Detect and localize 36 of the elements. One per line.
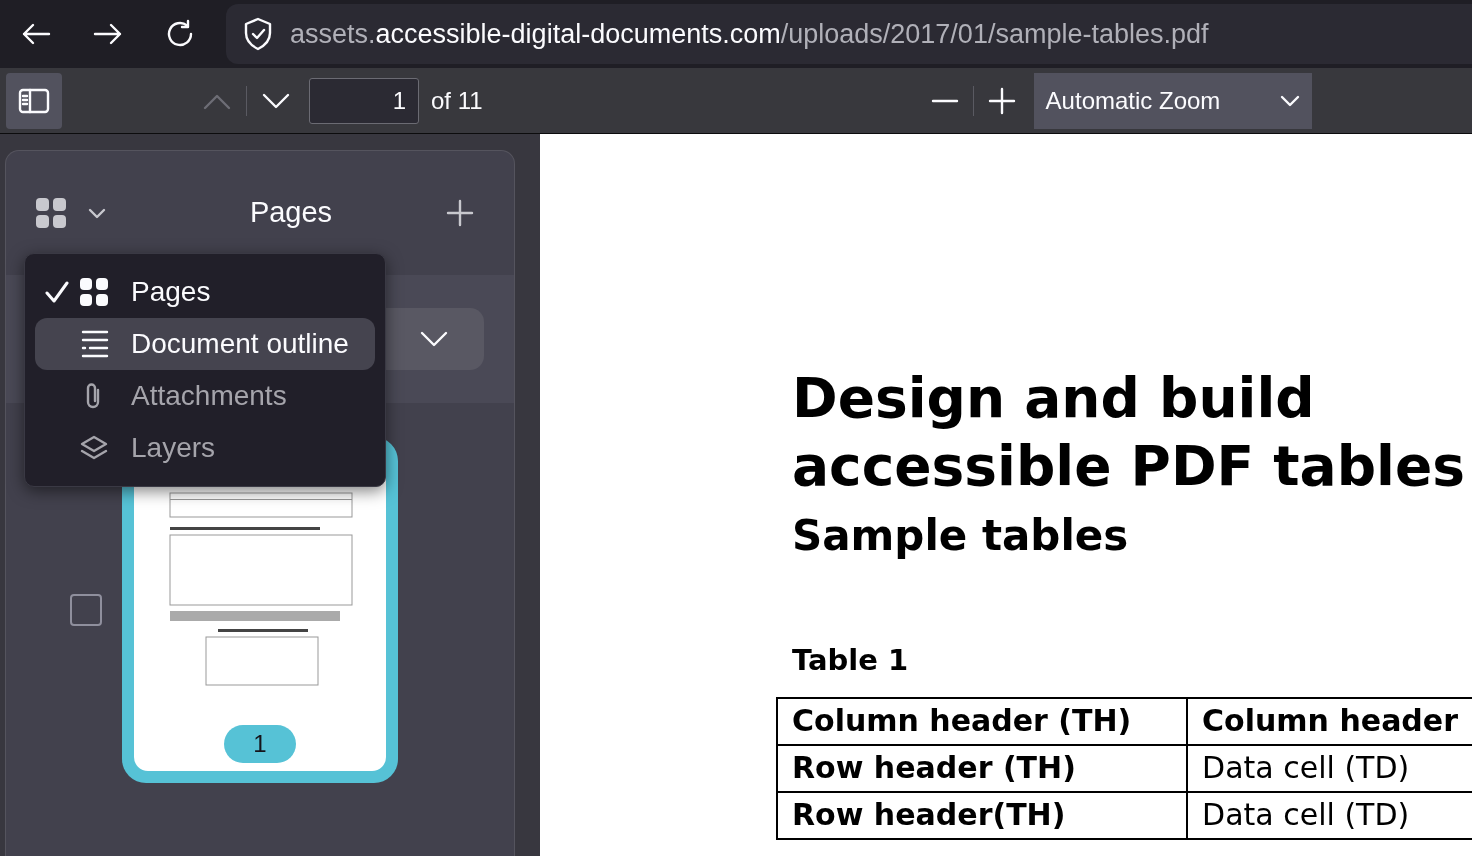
chevron-down-icon [1279, 94, 1300, 107]
chevron-down-icon [88, 207, 106, 219]
minus-icon [930, 98, 959, 103]
document-subtitle: Sample tables [792, 510, 1130, 562]
menu-item[interactable]: Document outline [35, 318, 375, 370]
sidebar-icon [18, 87, 50, 114]
column-header: Column header (TH) [777, 697, 1188, 745]
back-icon [21, 22, 51, 46]
plus-icon [987, 86, 1016, 115]
grid-icon [36, 198, 66, 228]
url-text: assets.accessible-digital-documents.com/uploads/2017/01/sample-tables.pdf [290, 17, 1209, 51]
table-caption: Table 1 [792, 642, 910, 679]
page-count: of 11 [431, 85, 483, 116]
chevron-down-icon [420, 331, 448, 347]
page-number-badge: 1 [224, 725, 296, 763]
zoom-select[interactable]: Automatic Zoom [1033, 72, 1312, 129]
plus-icon [446, 199, 474, 227]
row-header: Row header (TH) [777, 744, 1188, 792]
grid-icon [79, 277, 109, 307]
checkbox[interactable] [70, 594, 102, 626]
list-icon [79, 329, 109, 359]
menu-item[interactable]: Pages [35, 266, 375, 318]
sidebar-title: Pages [248, 195, 334, 231]
sidebar-toggle-button[interactable] [6, 72, 62, 129]
document-title: Design and build [792, 365, 1316, 432]
check-icon [45, 281, 69, 303]
chevron-down-icon [261, 91, 291, 110]
row-header: Row header(TH) [777, 791, 1188, 839]
forward-icon [93, 22, 123, 46]
shield-icon [242, 17, 274, 51]
reload-icon [165, 19, 195, 49]
column-header: Column header [1187, 697, 1472, 745]
page-number-field[interactable]: 1 [309, 77, 419, 124]
document-title: accessible PDF tables [792, 433, 1466, 500]
address-bar[interactable]: assets.accessible-digital-documents.com/uploads/2017/01/sample-tables.pdf [226, 4, 1472, 64]
view-menu-button[interactable] [36, 198, 106, 228]
